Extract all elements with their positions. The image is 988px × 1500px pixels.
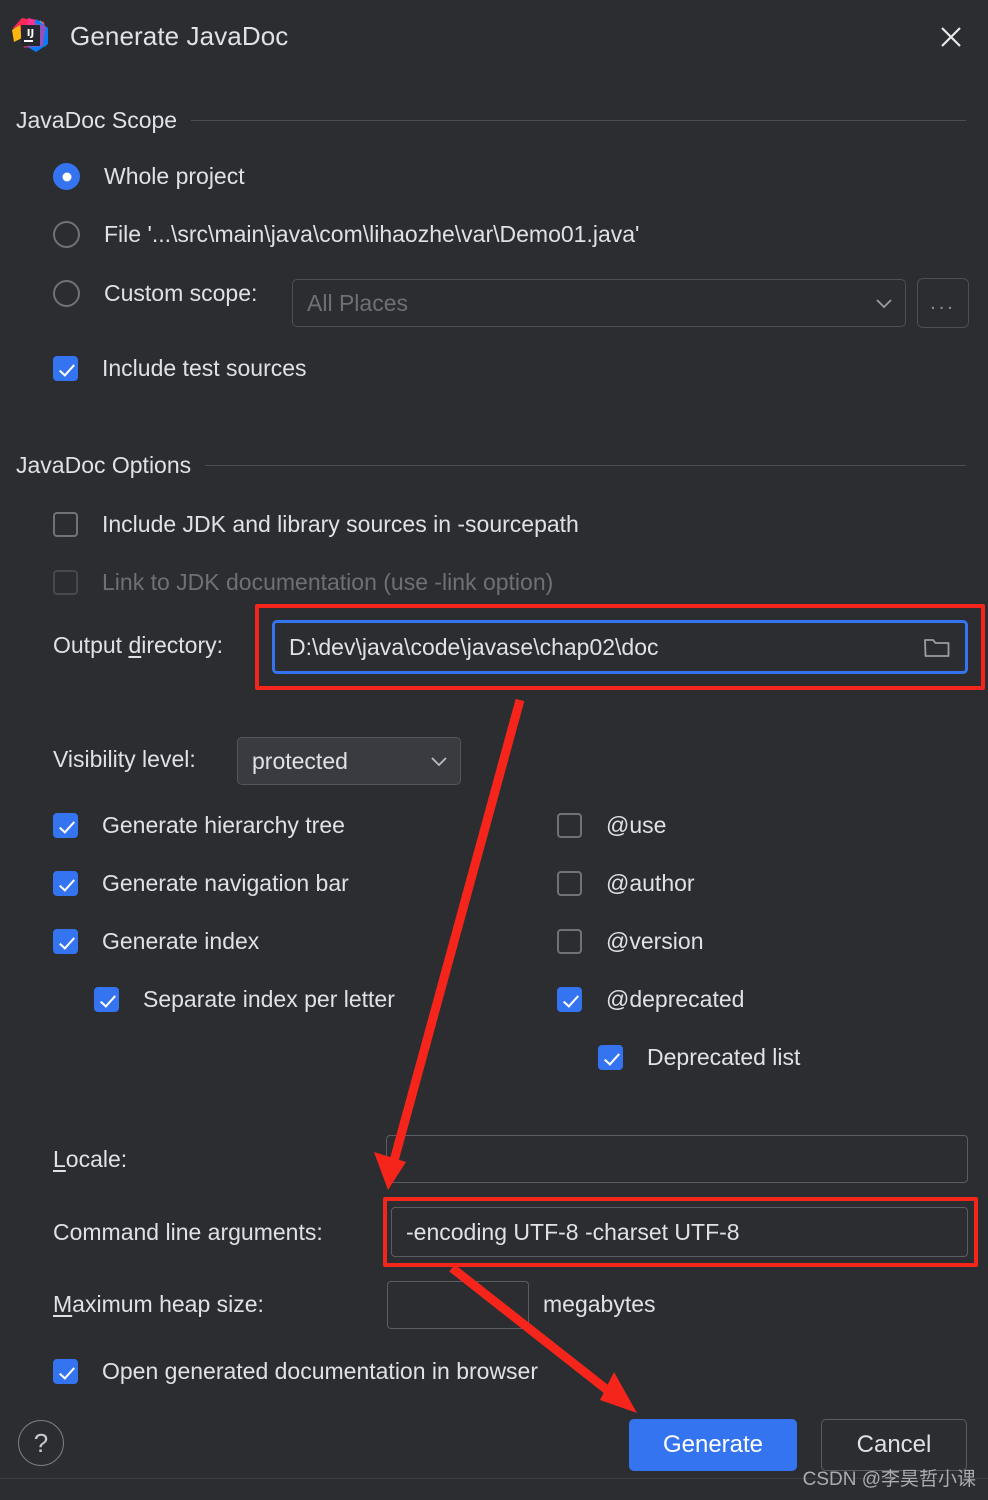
chevron-down-icon — [876, 298, 892, 308]
section-divider — [205, 465, 966, 466]
radio-file-scope[interactable]: File '...\src\main\java\com\lihaozhe\var… — [53, 221, 639, 248]
radio-whole-project-label: Whole project — [104, 163, 245, 189]
checkbox-generate-index[interactable]: Generate index — [53, 928, 259, 955]
help-button-label: ? — [33, 1427, 49, 1458]
checkbox-deprecated-list-indicator[interactable] — [598, 1045, 623, 1070]
checkbox-link-jdk-documentation-indicator — [53, 570, 78, 595]
checkbox-generate-hierarchy-tree[interactable]: Generate hierarchy tree — [53, 812, 345, 839]
custom-scope-browse-button[interactable]: ... — [917, 278, 969, 328]
close-icon[interactable] — [930, 16, 972, 58]
output-directory-label: Output directory: — [53, 632, 223, 659]
checkbox-include-test-sources-label: Include test sources — [102, 355, 307, 381]
section-divider — [191, 120, 966, 121]
checkbox-generate-hierarchy-tree-label: Generate hierarchy tree — [102, 812, 345, 838]
output-directory-label-pre: Output — [53, 632, 129, 658]
checkbox-tag-deprecated[interactable]: @deprecated — [557, 986, 744, 1013]
checkbox-generate-hierarchy-tree-indicator[interactable] — [53, 813, 78, 838]
output-directory-input[interactable]: D:\dev\java\code\javase\chap02\doc — [272, 620, 968, 674]
checkbox-link-jdk-documentation: Link to JDK documentation (use -link opt… — [53, 569, 553, 596]
checkbox-tag-deprecated-label: @deprecated — [606, 986, 745, 1012]
locale-input[interactable] — [386, 1135, 968, 1183]
visibility-level-label: Visibility level: — [53, 746, 196, 772]
checkbox-tag-version[interactable]: @version — [557, 928, 704, 955]
checkbox-tag-version-indicator[interactable] — [557, 929, 582, 954]
radio-whole-project[interactable]: Whole project — [53, 163, 245, 190]
checkbox-tag-deprecated-indicator[interactable] — [557, 987, 582, 1012]
checkbox-tag-version-label: @version — [606, 928, 704, 954]
checkbox-open-in-browser-label: Open generated documentation in browser — [102, 1358, 539, 1384]
generate-button[interactable]: Generate — [629, 1419, 797, 1471]
options-section-header: JavaDoc Options — [16, 452, 966, 479]
radio-whole-project-indicator[interactable] — [53, 163, 80, 190]
radio-custom-scope[interactable]: Custom scope: — [53, 280, 257, 307]
dialog-title: Generate JavaDoc — [70, 20, 289, 51]
command-line-arguments-input[interactable]: -encoding UTF-8 -charset UTF-8 — [391, 1207, 968, 1257]
output-directory-label-mnemonic: d — [128, 632, 142, 658]
checkbox-tag-author-indicator[interactable] — [557, 871, 582, 896]
options-section-title: JavaDoc Options — [16, 452, 192, 478]
checkbox-include-jdk-sources-indicator[interactable] — [53, 512, 78, 537]
generate-button-label: Generate — [662, 1431, 764, 1458]
checkbox-tag-use-label: @use — [606, 812, 667, 838]
output-directory-value: D:\dev\java\code\javase\chap02\doc — [289, 633, 659, 660]
chevron-down-icon — [431, 756, 447, 766]
radio-file-scope-label: File '...\src\main\java\com\lihaozhe\var… — [104, 221, 640, 247]
scope-section-title: JavaDoc Scope — [16, 107, 178, 133]
help-button[interactable]: ? — [18, 1420, 64, 1466]
checkbox-tag-use[interactable]: @use — [557, 812, 666, 839]
locale-label: Locale: — [53, 1146, 127, 1173]
checkbox-include-test-sources-indicator[interactable] — [53, 356, 78, 381]
checkbox-separate-index-per-letter-indicator[interactable] — [94, 987, 119, 1012]
radio-custom-scope-indicator[interactable] — [53, 280, 80, 307]
maximum-heap-size-label-post: aximum heap size: — [72, 1291, 264, 1317]
dialog-titlebar: IJ Generate JavaDoc — [0, 0, 988, 72]
checkbox-tag-use-indicator[interactable] — [557, 813, 582, 838]
checkbox-include-jdk-sources[interactable]: Include JDK and library sources in -sour… — [53, 511, 579, 538]
checkbox-open-in-browser-indicator[interactable] — [53, 1359, 78, 1384]
custom-scope-browse-label: ... — [930, 291, 956, 314]
custom-scope-value: All Places — [307, 289, 408, 316]
checkbox-open-in-browser[interactable]: Open generated documentation in browser — [53, 1358, 538, 1385]
checkbox-deprecated-list-label: Deprecated list — [647, 1044, 801, 1070]
cancel-button-label: Cancel — [856, 1431, 932, 1458]
output-directory-label-post: irectory: — [141, 632, 224, 658]
maximum-heap-size-units: megabytes — [543, 1291, 656, 1317]
checkbox-include-test-sources[interactable]: Include test sources — [53, 355, 307, 382]
checkbox-separate-index-per-letter[interactable]: Separate index per letter — [94, 986, 395, 1013]
intellij-idea-logo-icon: IJ — [10, 16, 50, 56]
command-line-arguments-value: -encoding UTF-8 -charset UTF-8 — [406, 1218, 740, 1245]
checkbox-generate-navigation-bar[interactable]: Generate navigation bar — [53, 870, 349, 897]
checkbox-generate-navigation-bar-label: Generate navigation bar — [102, 870, 349, 896]
custom-scope-select[interactable]: All Places — [292, 279, 906, 327]
svg-text:IJ: IJ — [27, 28, 34, 39]
generate-javadoc-dialog: IJ Generate JavaDoc JavaDoc Scope Whole … — [0, 0, 988, 1500]
maximum-heap-size-input[interactable] — [387, 1281, 529, 1329]
locale-label-mnemonic: L — [53, 1146, 66, 1172]
checkbox-tag-author-label: @author — [606, 870, 695, 896]
locale-label-post: ocale: — [65, 1146, 128, 1172]
maximum-heap-size-label-mnemonic: M — [53, 1291, 73, 1317]
maximum-heap-size-label: Maximum heap size: — [53, 1291, 264, 1318]
radio-file-scope-indicator[interactable] — [53, 221, 80, 248]
scope-section-header: JavaDoc Scope — [16, 107, 966, 134]
checkbox-link-jdk-documentation-label: Link to JDK documentation (use -link opt… — [102, 569, 554, 595]
checkbox-generate-index-label: Generate index — [102, 928, 260, 954]
checkbox-generate-navigation-bar-indicator[interactable] — [53, 871, 78, 896]
checkbox-tag-author[interactable]: @author — [557, 870, 695, 897]
folder-icon[interactable] — [923, 635, 951, 659]
watermark: CSDN @李昊哲小课 — [802, 1469, 976, 1490]
checkbox-include-jdk-sources-label: Include JDK and library sources in -sour… — [102, 511, 579, 537]
radio-custom-scope-label: Custom scope: — [104, 280, 258, 306]
checkbox-generate-index-indicator[interactable] — [53, 929, 78, 954]
visibility-level-select[interactable]: protected — [237, 737, 461, 785]
visibility-level-value: protected — [252, 747, 348, 774]
command-line-arguments-label: Command line arguments: — [53, 1219, 323, 1245]
checkbox-deprecated-list[interactable]: Deprecated list — [598, 1044, 800, 1071]
checkbox-separate-index-per-letter-label: Separate index per letter — [143, 986, 395, 1012]
